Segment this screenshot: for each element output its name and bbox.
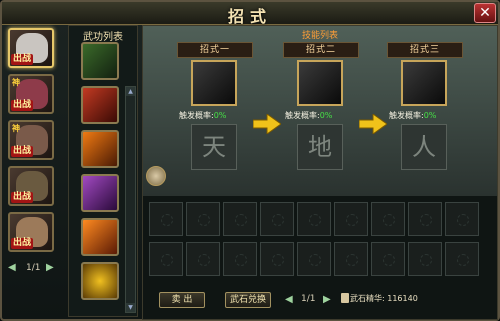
move-seal: 人 [401, 124, 447, 170]
roster-prev-arrow-icon[interactable]: ◀ [8, 262, 16, 273]
move-seal: 天 [191, 124, 237, 170]
hero-portrait-3[interactable]: 神 出战 [8, 120, 54, 160]
skill-icon-4[interactable] [81, 174, 119, 212]
window-title: 招式 [227, 7, 272, 26]
hero-portrait-4[interactable]: 出战 [8, 166, 54, 206]
moves-panel: 技能列表 招式一 触发概率:0% 天 招式二 触发概率:0% 地 招式三 触发概… [142, 25, 498, 320]
inventory-slot[interactable] [371, 202, 405, 236]
scroll-up-icon[interactable]: ▲ [126, 87, 135, 96]
arrow-right-icon [359, 114, 387, 134]
exchange-button[interactable]: 武石兑换 [225, 292, 271, 308]
inventory-slot[interactable] [334, 242, 368, 276]
move-name: 招式二 [283, 42, 359, 58]
inventory-slot[interactable] [149, 242, 183, 276]
move-slot-2[interactable]: 招式二 触发概率:0% 地 [283, 42, 359, 182]
trigger-rate-value: 0% [319, 111, 333, 120]
skill-list-scrollbar[interactable]: ▲ ▼ [125, 86, 136, 313]
trigger-rate-value: 0% [423, 111, 437, 120]
roster-next-arrow-icon[interactable]: ▶ [46, 262, 54, 273]
hero-portrait-2[interactable]: 神 出战 [8, 74, 54, 114]
inventory-slot[interactable] [223, 242, 257, 276]
inventory-slot[interactable] [186, 202, 220, 236]
deploy-tag: 出战 [11, 146, 34, 157]
trigger-rate: 触发概率:0% [389, 110, 459, 121]
ore-essence-label: 武石精华: [350, 294, 385, 303]
inventory-slot[interactable] [445, 202, 479, 236]
trigger-rate-value: 0% [213, 111, 227, 120]
inventory-page-indicator: 1/1 [301, 294, 316, 304]
inventory-slot[interactable] [408, 202, 442, 236]
moves-shelf-label: 技能列表 [301, 31, 338, 41]
move-name: 招式一 [177, 42, 253, 58]
sell-button[interactable]: 卖 出 [159, 292, 205, 308]
skill-icon-1[interactable] [81, 42, 119, 80]
ore-essence-balance: 武石精华: 116140 [350, 293, 418, 304]
inventory-slot[interactable] [260, 202, 294, 236]
inventory-slot[interactable] [334, 202, 368, 236]
deploy-tag: 出战 [11, 192, 34, 203]
scroll-down-icon[interactable]: ▼ [126, 303, 135, 312]
skill-icon-5[interactable] [81, 218, 119, 256]
skill-list-title: 武功列表 [83, 32, 123, 43]
inventory-slot[interactable] [297, 242, 331, 276]
god-tag: 神 [12, 78, 20, 87]
hero-portrait-1[interactable]: 出战 [8, 28, 54, 68]
move-icon[interactable] [191, 60, 237, 106]
skill-icon-3[interactable] [81, 130, 119, 168]
move-seal: 地 [297, 124, 343, 170]
ore-essence-amount: 116140 [387, 294, 418, 303]
close-button[interactable]: ✕ [474, 3, 496, 23]
inventory-slot[interactable] [371, 242, 405, 276]
inventory-slot[interactable] [445, 242, 479, 276]
inventory-next-arrow-icon[interactable]: ▶ [323, 294, 331, 305]
skill-list-panel: 武功列表 ▲ ▼ [68, 25, 138, 317]
inventory-slot[interactable] [260, 242, 294, 276]
deploy-tag: 出战 [11, 54, 34, 65]
trigger-rate-label: 触发概率: [285, 111, 320, 120]
move-name: 招式三 [387, 42, 463, 58]
inventory-slot[interactable] [297, 202, 331, 236]
deploy-tag: 出战 [11, 100, 34, 111]
inventory-slot[interactable] [149, 202, 183, 236]
skills-window: 招式 ✕ 出战 神 出战 神 出战 出战 出战 ◀ 1/1 ▶ 武功列表 ▲ ▼… [0, 0, 500, 321]
hero-roster: 出战 神 出战 神 出战 出战 出战 ◀ 1/1 ▶ [8, 28, 58, 298]
deploy-tag: 出战 [11, 238, 34, 249]
god-tag: 神 [12, 124, 20, 133]
hero-portrait-5[interactable]: 出战 [8, 212, 54, 252]
ore-essence-icon [341, 293, 349, 303]
inventory-slot[interactable] [408, 242, 442, 276]
move-slot-3[interactable]: 招式三 触发概率:0% 人 [387, 42, 463, 182]
moves-shelf: 技能列表 招式一 触发概率:0% 天 招式二 触发概率:0% 地 招式三 触发概… [143, 26, 497, 196]
arrow-right-icon [253, 114, 281, 134]
trigger-rate-label: 触发概率: [179, 111, 214, 120]
move-icon[interactable] [297, 60, 343, 106]
coin-icon[interactable] [146, 166, 166, 186]
move-icon[interactable] [401, 60, 447, 106]
trigger-rate-label: 触发概率: [389, 111, 424, 120]
move-slot-1[interactable]: 招式一 触发概率:0% 天 [177, 42, 253, 182]
inventory-slot[interactable] [223, 202, 257, 236]
trigger-rate: 触发概率:0% [179, 110, 249, 121]
trigger-rate: 触发概率:0% [285, 110, 355, 121]
roster-page-indicator: 1/1 [26, 263, 41, 273]
inventory-slot[interactable] [186, 242, 220, 276]
skill-icon-2[interactable] [81, 86, 119, 124]
inventory-prev-arrow-icon[interactable]: ◀ [285, 294, 293, 305]
title-bar: 招式 ✕ [2, 2, 498, 26]
skill-icon-6[interactable] [81, 262, 119, 300]
